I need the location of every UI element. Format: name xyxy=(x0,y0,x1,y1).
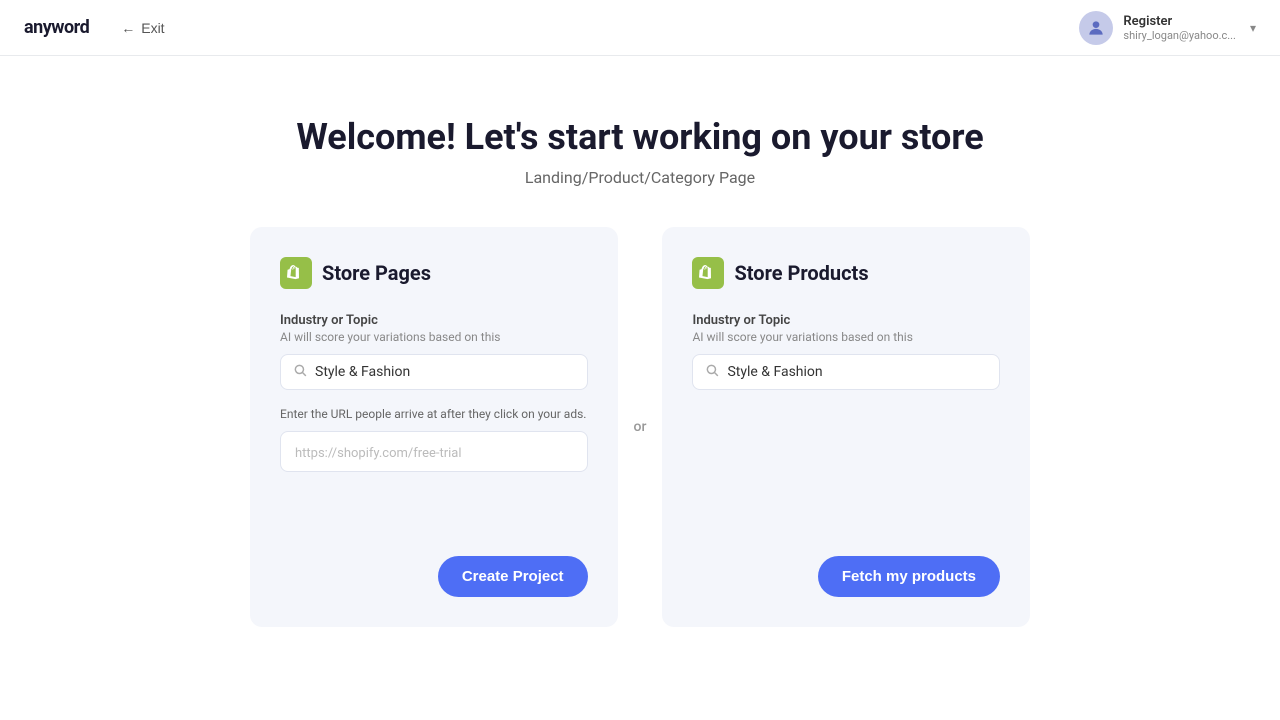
exit-button[interactable]: ← Exit xyxy=(113,16,172,40)
store-pages-search-icon xyxy=(293,363,307,381)
store-pages-field-sublabel: AI will score your variations based on t… xyxy=(280,330,588,344)
arrow-left-icon: ← xyxy=(121,20,135,36)
store-products-title: Store Products xyxy=(734,261,868,285)
create-project-button[interactable]: Create Project xyxy=(438,556,588,597)
page-subtitle: Landing/Product/Category Page xyxy=(525,168,755,187)
header: anyword ← Exit Register shiry_logan@yaho… xyxy=(0,0,1280,56)
store-pages-card-header: Store Pages xyxy=(280,257,588,289)
store-products-shopify-icon xyxy=(692,257,724,289)
user-name: Register xyxy=(1123,14,1236,29)
fetch-products-button[interactable]: Fetch my products xyxy=(818,556,1000,597)
header-left: anyword ← Exit xyxy=(24,16,173,40)
or-divider: or xyxy=(618,419,663,435)
user-menu[interactable]: Register shiry_logan@yahoo.c... ▾ xyxy=(1079,11,1256,45)
store-products-field-label: Industry or Topic xyxy=(692,313,1000,328)
store-pages-url-placeholder: https://shopify.com/free-trial xyxy=(295,446,462,461)
store-pages-url-input[interactable]: https://shopify.com/free-trial xyxy=(280,431,588,472)
store-products-field-sublabel: AI will score your variations based on t… xyxy=(692,330,1000,344)
page-title: Welcome! Let's start working on your sto… xyxy=(296,116,983,158)
store-pages-industry-input[interactable]: Style & Fashion xyxy=(280,354,588,390)
store-products-card-header: Store Products xyxy=(692,257,1000,289)
user-email: shiry_logan@yahoo.c... xyxy=(1123,29,1236,42)
store-pages-footer: Create Project xyxy=(280,556,588,597)
store-products-search-icon xyxy=(705,363,719,381)
store-products-industry-value: Style & Fashion xyxy=(727,364,822,380)
exit-label: Exit xyxy=(141,20,164,36)
store-pages-industry-value: Style & Fashion xyxy=(315,364,410,380)
main-content: Welcome! Let's start working on your sto… xyxy=(0,56,1280,627)
user-info: Register shiry_logan@yahoo.c... xyxy=(1123,14,1236,42)
chevron-down-icon: ▾ xyxy=(1250,21,1256,35)
store-pages-card: Store Pages Industry or Topic AI will sc… xyxy=(250,227,618,627)
store-pages-field-label: Industry or Topic xyxy=(280,313,588,328)
url-field-label: Enter the URL people arrive at after the… xyxy=(280,406,588,423)
shopify-icon xyxy=(280,257,312,289)
store-products-footer: Fetch my products xyxy=(692,556,1000,597)
avatar xyxy=(1079,11,1113,45)
store-products-industry-input[interactable]: Style & Fashion xyxy=(692,354,1000,390)
cards-container: Store Pages Industry or Topic AI will sc… xyxy=(250,227,1030,627)
store-products-card: Store Products Industry or Topic AI will… xyxy=(662,227,1030,627)
logo: anyword xyxy=(24,17,89,38)
store-pages-title: Store Pages xyxy=(322,261,431,285)
